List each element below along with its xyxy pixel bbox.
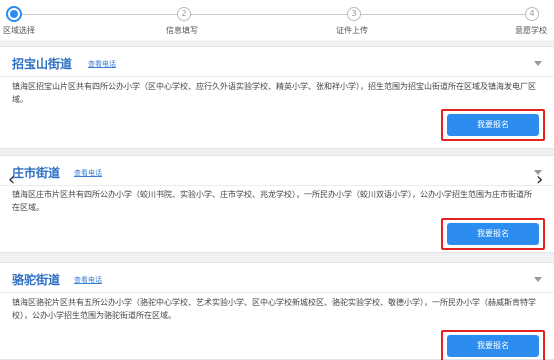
card-description: 镇海区骆驼片区共有五所公办小学（骆驼中心学校、艺术实验小学、区中心学校新城校区、…: [12, 298, 536, 320]
step-2-icon: 2: [177, 7, 191, 21]
carousel-prev-icon[interactable]: ‹: [8, 170, 15, 190]
view-phone-link[interactable]: 查看电话: [88, 59, 116, 69]
carousel-next-icon[interactable]: ›: [536, 170, 543, 190]
collapse-chevron-icon[interactable]: [534, 277, 542, 282]
step-4-label: 意愿学校: [515, 26, 547, 35]
step-connector: [191, 14, 347, 15]
card-header: 招宝山街道 查看电话: [0, 47, 554, 77]
card-description: 镇海区招宝山片区共有四所公办小学（区中心学校、应行久外语实验学校、精英小学、张和…: [12, 82, 536, 104]
district-card-zhaobaoshan: 招宝山街道 查看电话 镇海区招宝山片区共有四所公办小学（区中心学校、应行久外语实…: [0, 46, 554, 149]
district-card-zhuangshi: 庄市街道 查看电话 镇海区庄市片区共有四所公办小学（蛟川书院、实验小学、庄市学校…: [0, 155, 554, 253]
step-3-label: 证件上传: [336, 26, 368, 35]
card-header: 庄市街道 查看电话: [0, 156, 554, 186]
step-progress-bar: 2 3 4 区域选择 信息填写 证件上传 意愿学校: [0, 0, 554, 40]
apply-button[interactable]: 我要报名: [447, 335, 539, 357]
step-connector: [21, 14, 177, 15]
step-1-active-icon: [6, 6, 22, 22]
apply-button[interactable]: 我要报名: [447, 114, 539, 136]
step-1-label: 区域选择: [3, 26, 35, 35]
collapse-chevron-icon[interactable]: [534, 61, 542, 66]
view-phone-link[interactable]: 查看电话: [74, 168, 102, 178]
card-description: 镇海区庄市片区共有四所公办小学（蛟川书院、实验小学、庄市学校、兆龙学校），一所民…: [12, 190, 532, 212]
view-phone-link[interactable]: 查看电话: [74, 275, 102, 285]
step-4-icon: 4: [525, 7, 539, 21]
card-header: 骆驼街道 查看电话: [0, 263, 554, 293]
step-connector: [361, 14, 525, 15]
apply-button[interactable]: 我要报名: [447, 223, 539, 245]
step-2-label: 信息填写: [166, 26, 198, 35]
card-title: 庄市街道: [12, 166, 61, 180]
card-title: 骆驼街道: [12, 273, 61, 287]
card-title: 招宝山街道: [12, 57, 73, 71]
district-card-luotuo: 骆驼街道 查看电话 镇海区骆驼片区共有五所公办小学（骆驼中心学校、艺术实验小学、…: [0, 262, 554, 360]
step-3-icon: 3: [347, 7, 361, 21]
